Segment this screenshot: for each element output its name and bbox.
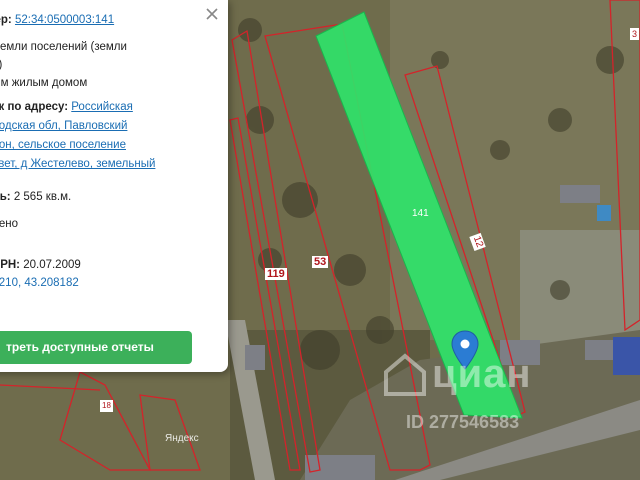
plot-info-card: мер: 52:34:0500003:141 : Земли поселений… <box>0 0 228 372</box>
address-label: ток по адресу: <box>0 101 69 113</box>
plot-label-119: 119 <box>265 268 287 280</box>
cadastral-number-link[interactable]: 52:34:0500003:141 <box>15 14 114 26</box>
category-line-1: Земли поселений (земли <box>0 41 127 53</box>
egrn-label: ЕГРН: <box>0 259 20 271</box>
address-line-1[interactable]: Российская <box>71 101 133 113</box>
cadastral-label: мер: <box>0 14 12 26</box>
address-line-4[interactable]: совет, д Жестелево, земельный <box>0 155 176 174</box>
plot-label-3: 3 <box>630 28 640 40</box>
plot-label-18: 18 <box>100 400 113 412</box>
category-row: : Земли поселений (земли <box>0 38 176 57</box>
view-reports-button[interactable]: треть доступные отчеты <box>0 331 192 364</box>
egrn-row: ЕГРН: 20.07.2009 <box>0 256 176 275</box>
cadastral-row: мер: 52:34:0500003:141 <box>0 11 176 30</box>
area-row: адь: 2 565 кв.м. <box>0 188 176 207</box>
close-icon[interactable] <box>204 6 220 22</box>
coordinates[interactable]: 43210, 43.208182 <box>0 274 176 293</box>
address-row: ток по адресу: Российская <box>0 98 176 117</box>
status-line: едено <box>0 218 18 230</box>
address-line-3[interactable]: айон, сельское поселение <box>0 136 176 155</box>
map-pin-icon[interactable] <box>451 330 479 370</box>
plot-label-141: 141 <box>412 208 429 219</box>
address-line-2[interactable]: ородская обл, Павловский <box>0 117 176 136</box>
egrn-date: 20.07.2009 <box>23 259 81 271</box>
map-attribution: Яндекс <box>165 433 199 444</box>
category-line-3: ным жилым домом <box>0 77 88 89</box>
category-line-2: ов) <box>0 56 176 75</box>
plot-label-53: 53 <box>312 256 329 268</box>
area-value: 2 565 кв.м. <box>13 191 72 203</box>
area-label: адь: <box>0 191 11 203</box>
